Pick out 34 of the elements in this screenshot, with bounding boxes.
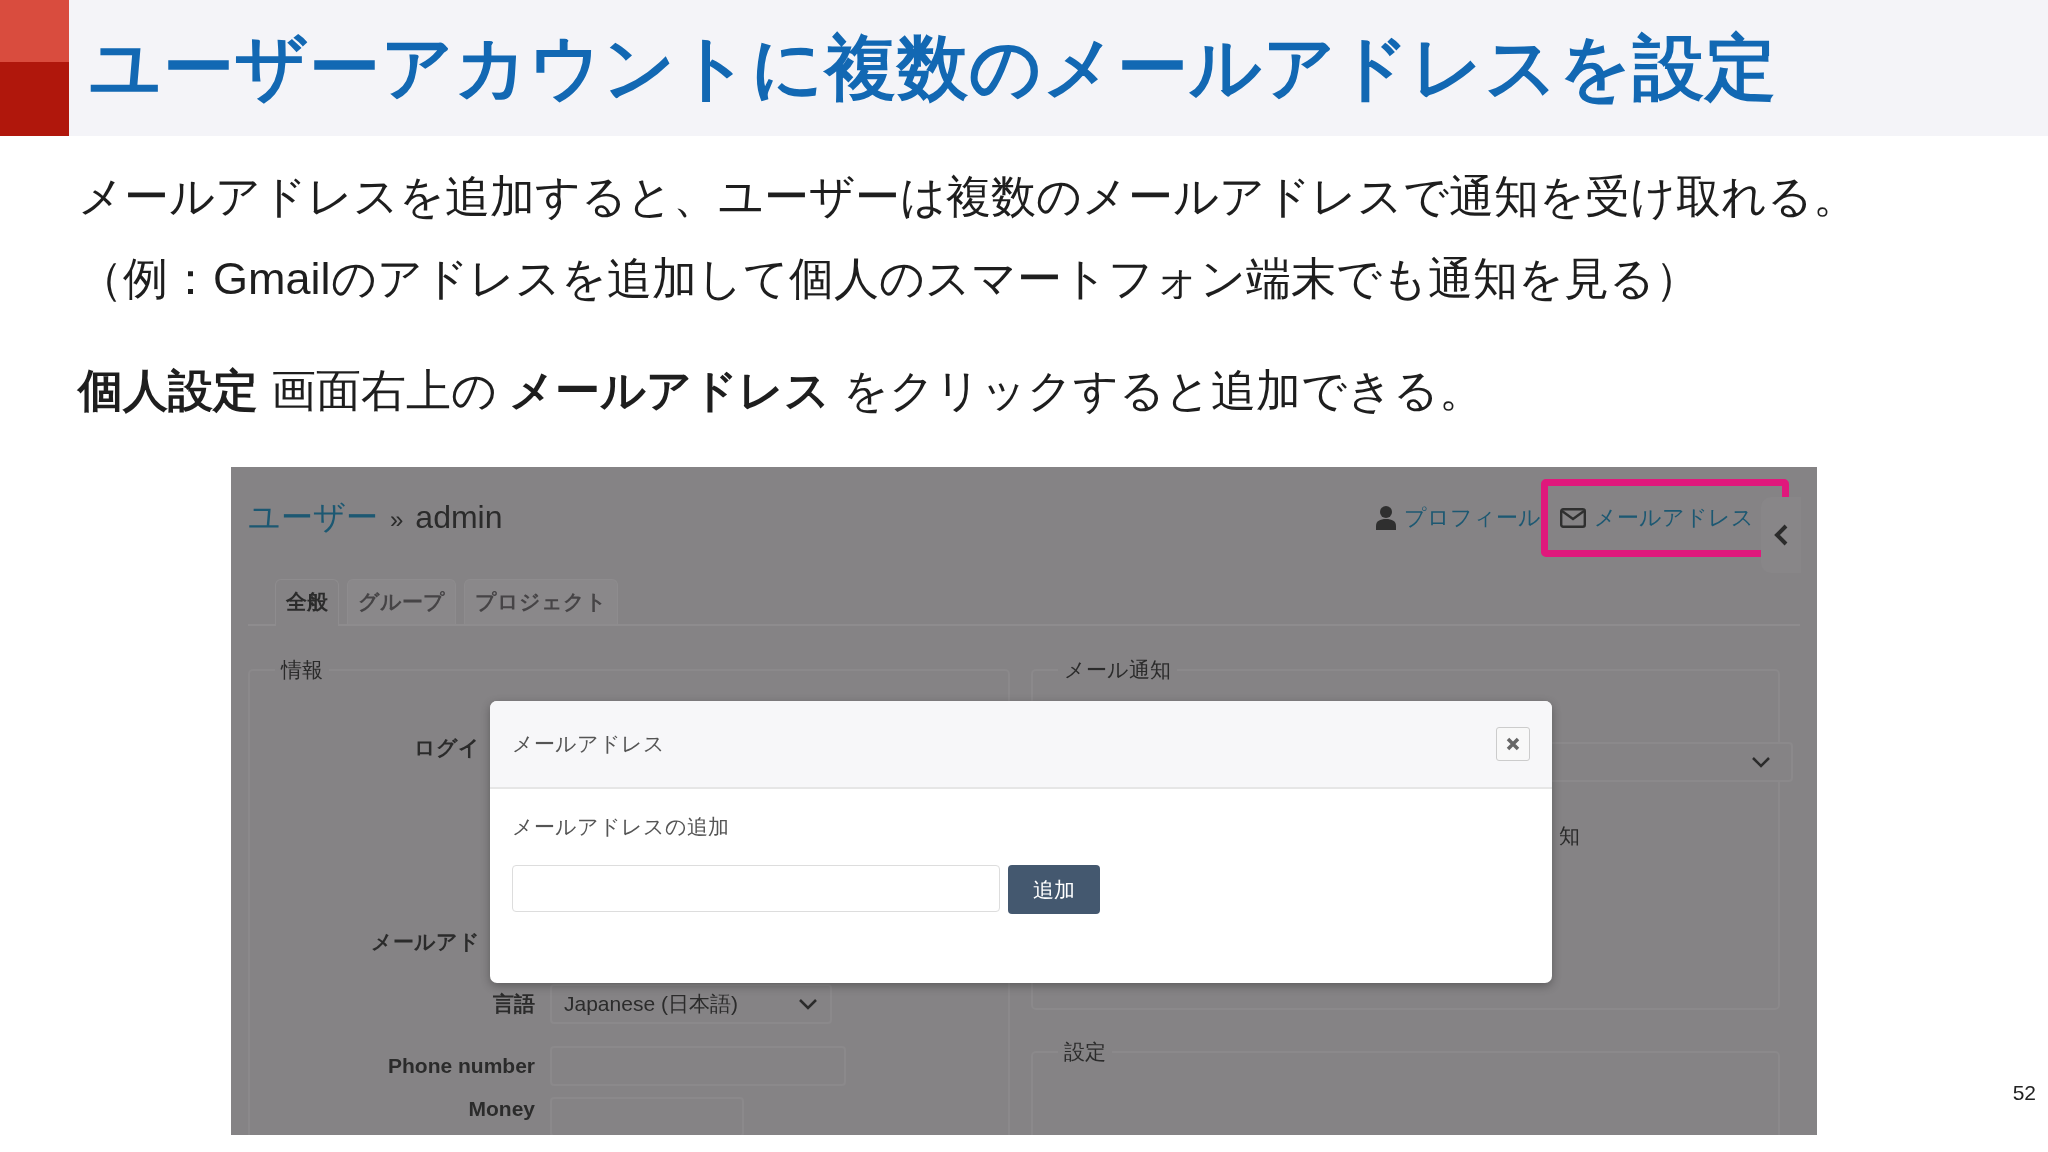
breadcrumb-link[interactable]: ユーザー <box>248 496 378 540</box>
field-label: Phone number <box>387 1054 536 1078</box>
header-link[interactable]: プロフィール <box>1376 493 1541 543</box>
field-label: メールアドレスの追加 <box>512 814 730 840</box>
field-label: 言語 <box>492 991 536 1017</box>
option-label: 知 <box>1559 823 1581 849</box>
panel-legend: メール通知 <box>1058 656 1177 684</box>
tab[interactable]: プロジェクト <box>464 579 618 624</box>
body-text: （例：Gmailのアドレスを追加して個人のスマートフォン端末でも通知を見る） <box>78 252 1701 306</box>
person-icon <box>1376 506 1396 530</box>
input-field[interactable] <box>550 1097 744 1135</box>
field-label: ログイ <box>414 735 480 761</box>
close-icon <box>1506 737 1520 751</box>
chevron-left-icon <box>1774 524 1788 546</box>
tab[interactable]: グループ <box>347 579 456 624</box>
dialog-title: メールアドレス <box>512 731 665 757</box>
select-field[interactable]: Japanese (日本語) <box>550 984 832 1024</box>
panel-legend: 設定 <box>1058 1038 1112 1066</box>
chevron-down-icon <box>798 998 818 1010</box>
mail-icon <box>1560 508 1586 528</box>
chevron-down-icon <box>1751 756 1771 768</box>
breadcrumb-separator: » <box>390 506 404 534</box>
close-button[interactable] <box>1496 727 1530 761</box>
panel-legend: 情報 <box>275 656 329 684</box>
body-text: 個人設定 画面右上の メールアドレス をクリックすると追加できる。 <box>78 364 1485 418</box>
field-label: Money <box>467 1097 536 1121</box>
email-input[interactable] <box>512 865 1000 912</box>
page-heading: admin <box>415 499 503 536</box>
field-label: メールアド <box>371 929 480 955</box>
page-number: 52 <box>2012 1081 2037 1106</box>
tab[interactable]: 全般 <box>275 579 339 626</box>
body-text: メールアドレスを追加すると、ユーザーは複数のメールアドレスで通知を受け取れる。 <box>78 170 1859 224</box>
add-button[interactable]: 追加 <box>1008 865 1100 914</box>
slide-title: ユーザーアカウントに複数のメールアドレスを設定 <box>88 26 1777 109</box>
